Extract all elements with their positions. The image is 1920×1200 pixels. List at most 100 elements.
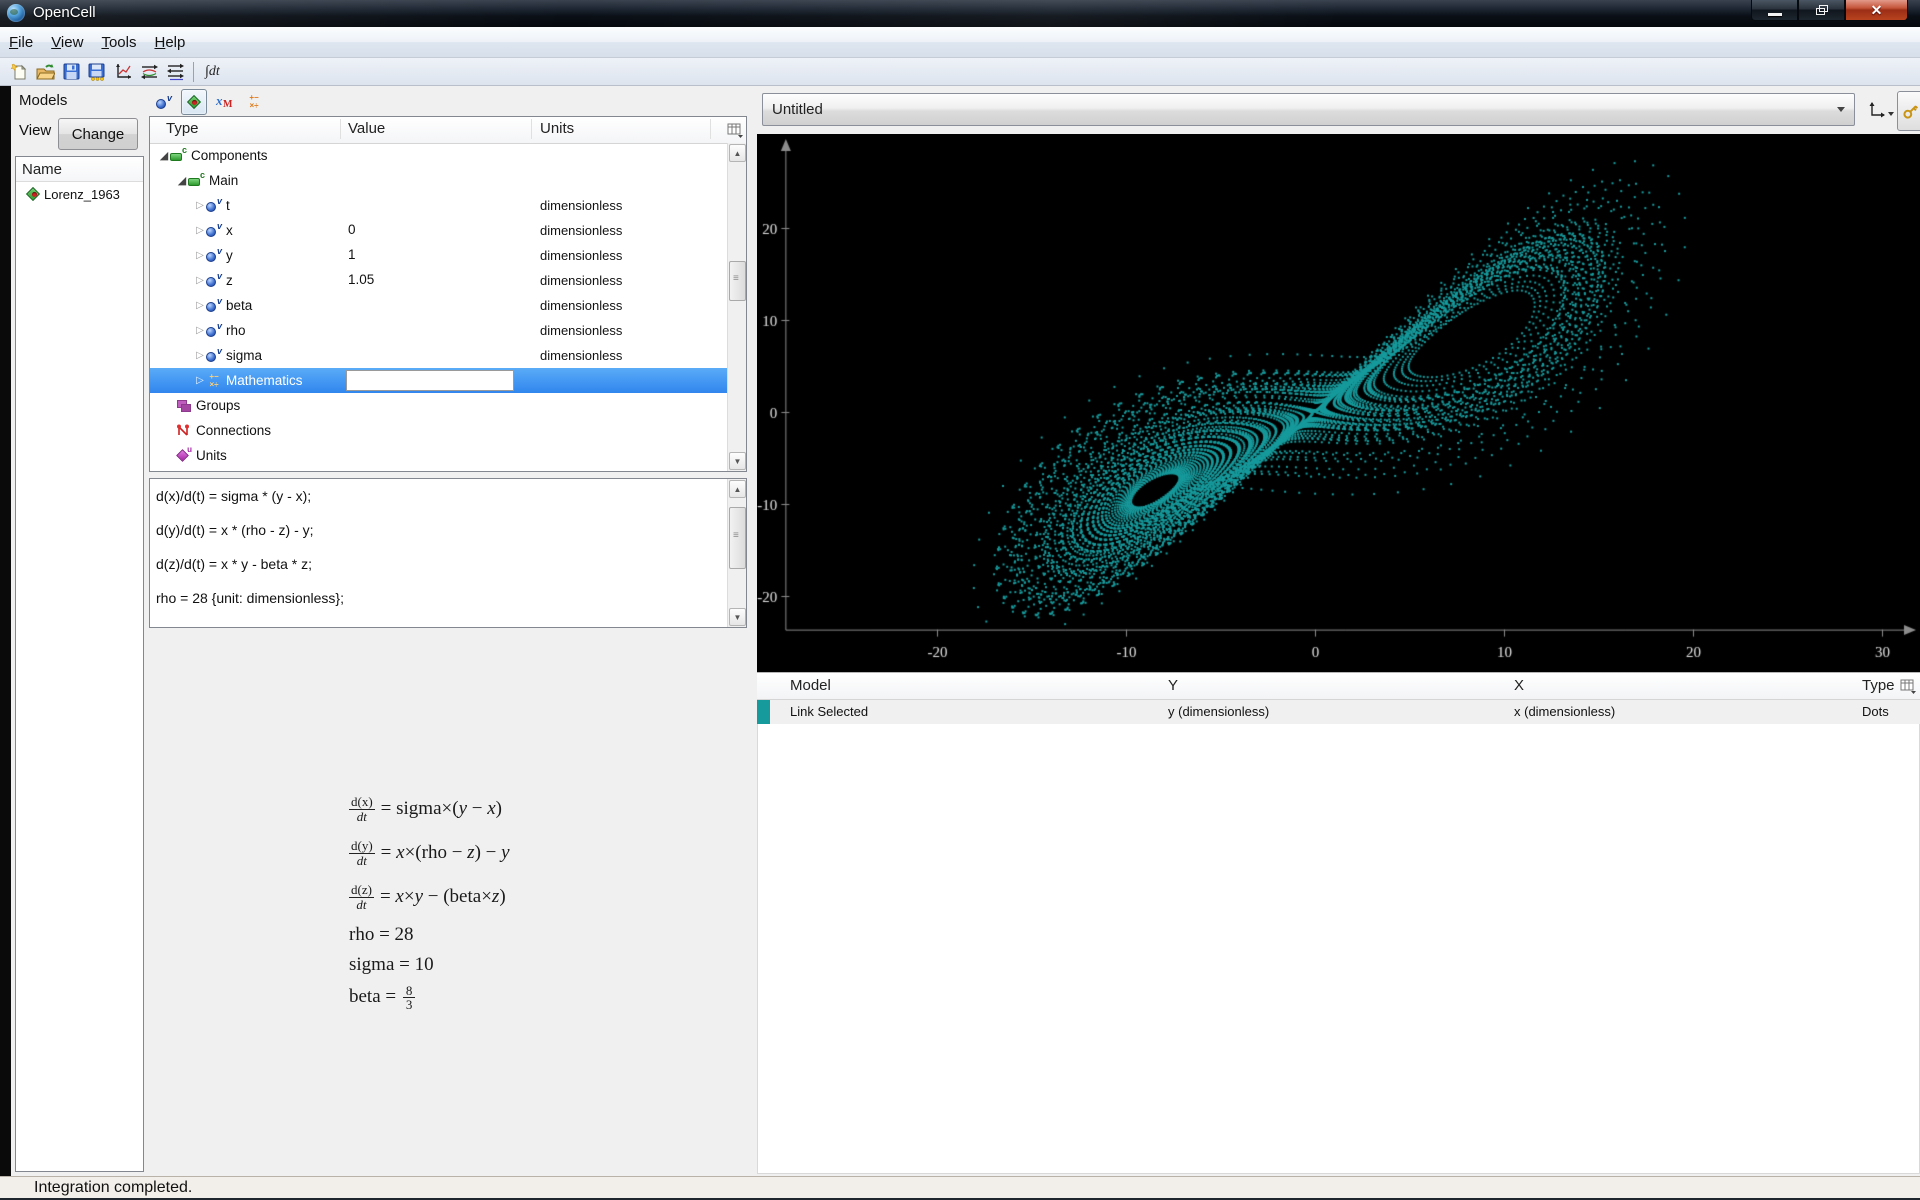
tree-row-main[interactable]: ◢ c Main xyxy=(150,168,727,193)
code-scrollbar[interactable]: ▲ ▼ xyxy=(727,479,746,627)
tree-col-value[interactable]: Value xyxy=(348,120,385,137)
tree-col-units[interactable]: Units xyxy=(540,120,574,137)
rendered-math-panel: d(x)dt = sigma×(y − x) d(y)dt = x×(rho −… xyxy=(149,632,748,1176)
expander-collapsed-icon[interactable]: ▷ xyxy=(194,225,206,236)
title-bar[interactable]: OpenCell ✕ xyxy=(0,0,1920,28)
variable-icon: v xyxy=(206,198,222,213)
plot-panel: Untitled xyxy=(757,86,1920,1176)
expander-collapsed-icon[interactable]: ▷ xyxy=(194,350,206,361)
scroll-thumb[interactable] xyxy=(729,261,746,301)
tree-scrollbar[interactable]: ▲ ▼ xyxy=(727,143,746,471)
expander-collapsed-icon[interactable]: ▷ xyxy=(194,375,206,386)
tab-change-button[interactable]: Change xyxy=(58,118,138,150)
col-separator[interactable] xyxy=(531,119,532,139)
component-icon: c xyxy=(188,173,205,188)
trace-row-link-selected[interactable]: Link Selected y (dimensionless) x (dimen… xyxy=(757,700,1920,726)
tab-view[interactable]: View xyxy=(19,122,51,139)
trace-table-empty-area[interactable] xyxy=(757,724,1920,1174)
expander-collapsed-icon[interactable]: ▷ xyxy=(194,200,206,211)
col-separator[interactable] xyxy=(710,119,711,139)
math-code-editor[interactable]: d(x)/d(t) = sigma * (y - x); d(y)/d(t) =… xyxy=(149,478,747,628)
legend-key-button[interactable] xyxy=(1897,91,1920,131)
tree-row-beta[interactable]: ▷ v beta dimensionless xyxy=(150,293,727,318)
expander-collapsed-icon[interactable]: ▷ xyxy=(194,300,206,311)
math-value-input[interactable] xyxy=(346,370,514,391)
window-title: OpenCell xyxy=(33,4,96,21)
expander-collapsed-icon[interactable]: ▷ xyxy=(194,250,206,261)
save-button[interactable] xyxy=(58,60,84,84)
integration-run-button[interactable] xyxy=(162,60,188,84)
tree-row-units: dimensionless xyxy=(540,298,622,313)
window-controls: ✕ xyxy=(1751,0,1908,21)
menu-file-key: F xyxy=(9,34,18,51)
lorenz-plot-canvas[interactable] xyxy=(757,134,1920,672)
tree-row-y[interactable]: ▷ v y 1 dimensionless xyxy=(150,243,727,268)
menu-bar: File View Tools Help xyxy=(0,27,1920,58)
tree-row-connections[interactable]: Connections xyxy=(150,418,727,443)
column-chooser-icon[interactable] xyxy=(1900,679,1917,694)
tree-row-z[interactable]: ▷ v z 1.05 dimensionless xyxy=(150,268,727,293)
menu-view[interactable]: View xyxy=(42,27,92,57)
status-bar: Integration completed. xyxy=(0,1176,1920,1198)
scroll-up-button[interactable]: ▲ xyxy=(729,480,746,498)
expander-collapsed-icon[interactable]: ▷ xyxy=(194,275,206,286)
integration-settings-button[interactable] xyxy=(136,60,162,84)
code-line: d(z)/d(t) = x * y - beta * z; xyxy=(150,547,746,581)
scroll-down-button[interactable]: ▼ xyxy=(729,608,746,626)
new-file-icon xyxy=(10,63,28,81)
menu-tools[interactable]: Tools xyxy=(92,27,145,57)
menu-file[interactable]: File xyxy=(0,27,42,57)
open-file-button[interactable] xyxy=(32,60,58,84)
frac-numerator: d(x) xyxy=(349,795,375,810)
tree-row-sigma[interactable]: ▷ v sigma dimensionless xyxy=(150,343,727,368)
scroll-thumb[interactable] xyxy=(729,507,746,569)
tree-row-t[interactable]: ▷ v t dimensionless xyxy=(150,193,727,218)
tree-col-type[interactable]: Type xyxy=(166,120,199,137)
collapsed-panel-strip[interactable] xyxy=(0,86,11,1176)
scroll-up-button[interactable]: ▲ xyxy=(729,144,746,162)
tree-row-x[interactable]: ▷ v x 0 dimensionless xyxy=(150,218,727,243)
tree-row-units[interactable]: u Units xyxy=(150,443,727,468)
variable-icon: v xyxy=(206,323,222,338)
col-y[interactable]: Y xyxy=(1168,677,1178,694)
restore-button[interactable] xyxy=(1798,0,1845,21)
show-model-button[interactable] xyxy=(181,89,207,115)
model-item-lorenz-1963[interactable]: Lorenz_1963 xyxy=(16,182,143,206)
code-line: d(x)/d(t) = sigma * (y - x); xyxy=(150,479,746,513)
axes-options-button[interactable] xyxy=(1863,95,1899,125)
show-math-button[interactable]: xM xyxy=(211,89,237,115)
connections-icon xyxy=(176,423,192,438)
tree-row-label: z xyxy=(226,273,233,288)
minimize-button[interactable] xyxy=(1751,0,1798,21)
col-separator[interactable] xyxy=(340,119,341,139)
show-operators-button[interactable]: +−×÷ xyxy=(241,89,267,115)
plot-selector-combobox[interactable]: Untitled xyxy=(762,93,1855,126)
titlebar-sheen xyxy=(0,0,1920,27)
equation-sigma: sigma = 10 xyxy=(349,954,510,976)
menu-help[interactable]: Help xyxy=(145,27,194,57)
plot-window-button[interactable] xyxy=(110,60,136,84)
tree-row-components[interactable]: ◢ c Components xyxy=(150,143,727,168)
save-as-button[interactable] xyxy=(84,60,110,84)
col-model[interactable]: Model xyxy=(790,677,831,694)
tree-row-groups[interactable]: Groups xyxy=(150,393,727,418)
new-file-button[interactable] xyxy=(6,60,32,84)
column-chooser-icon[interactable] xyxy=(727,123,744,138)
show-variables-button[interactable]: v xyxy=(151,89,177,115)
close-button[interactable]: ✕ xyxy=(1845,0,1908,21)
panel-splitter[interactable] xyxy=(748,86,757,1176)
expander-collapsed-icon[interactable]: ▷ xyxy=(194,325,206,336)
tree-rows: ◢ c Components ◢ c Main ▷ v t dimensionl… xyxy=(150,143,727,471)
models-list-header[interactable]: Name xyxy=(16,157,143,182)
scroll-down-button[interactable]: ▼ xyxy=(729,452,746,470)
expander-expanded-icon[interactable]: ◢ xyxy=(158,149,170,162)
trace-type: Dots xyxy=(1862,704,1889,719)
expander-expanded-icon[interactable]: ◢ xyxy=(176,174,188,187)
tree-row-rho[interactable]: ▷ v rho dimensionless xyxy=(150,318,727,343)
col-x[interactable]: X xyxy=(1514,677,1524,694)
integrate-dt-button[interactable]: ∫dt xyxy=(199,64,226,80)
col-type[interactable]: Type xyxy=(1862,677,1895,694)
tree-row-mathematics[interactable]: ▷ +−×÷ Mathematics xyxy=(150,368,727,393)
tree-row-units: dimensionless xyxy=(540,323,622,338)
menu-tools-rest: ools xyxy=(109,34,137,51)
